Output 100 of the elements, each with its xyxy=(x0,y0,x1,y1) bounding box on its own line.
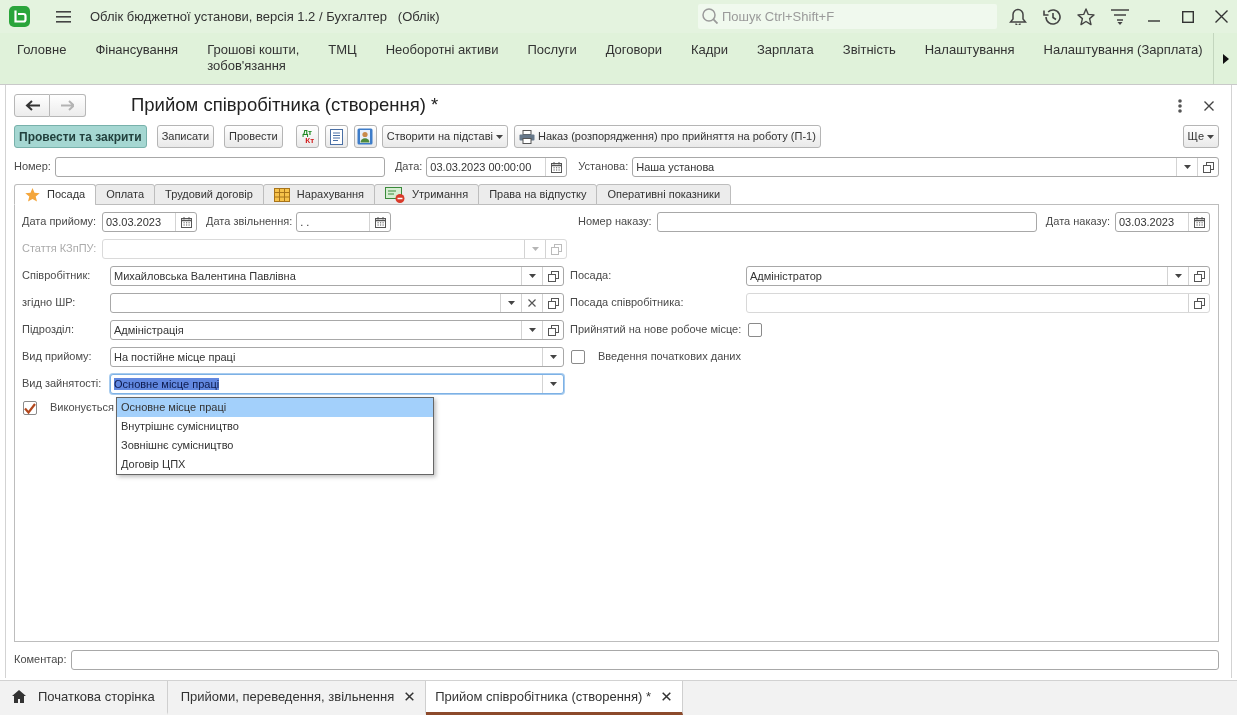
section-menu-item[interactable]: Послуги xyxy=(527,42,577,58)
open-icon xyxy=(1193,270,1205,282)
toolbar-button[interactable]: Записати xyxy=(156,125,215,148)
date-field[interactable]: 03.03.2023 00:00:00 xyxy=(426,157,568,177)
calendar-icon xyxy=(180,216,192,228)
select-field[interactable]: Адміністрація xyxy=(110,320,564,340)
select-field[interactable]: Основне місце праці xyxy=(110,374,564,394)
window-title: Облік бюджетної установи, версія 1.2 / Бухгалтер (Облік) xyxy=(90,8,440,25)
checkbox-label: Виконується xyxy=(50,401,114,415)
date-field[interactable]: 03.03.2023 xyxy=(102,212,197,232)
field-label: Дата: xyxy=(394,160,423,174)
date-field[interactable]: 03.03.2023 xyxy=(1115,212,1210,232)
maximize-icon[interactable] xyxy=(1182,10,1194,23)
form-tab[interactable]: Оперативні показники xyxy=(596,184,732,205)
section-menu-item[interactable]: Головне xyxy=(17,42,67,58)
print-button[interactable]: Наказ (розпорядження) про прийняття на роботу (П-1) xyxy=(513,125,821,148)
select-field[interactable]: Михайловська Валентина Павлівна xyxy=(110,266,564,286)
open-icon xyxy=(1193,297,1205,309)
form-tab[interactable]: Оплата xyxy=(95,184,156,205)
app-logo-icon[interactable] xyxy=(9,6,30,27)
search-field[interactable]: Пошук Ctrl+Shift+F xyxy=(698,4,997,29)
select-field[interactable] xyxy=(746,293,1210,313)
select-field[interactable]: На постійне місце праці xyxy=(110,347,564,367)
caret-right-icon xyxy=(1222,53,1229,64)
contacts-button[interactable] xyxy=(353,125,377,148)
caret-down-icon xyxy=(1207,134,1214,139)
printer-icon xyxy=(518,129,535,144)
date-field[interactable]: . . xyxy=(296,212,392,232)
field-label: Вид зайнятості: xyxy=(22,377,103,391)
section-menu-item[interactable]: Зарплата xyxy=(756,42,814,58)
filter-icon[interactable] xyxy=(1111,8,1129,25)
contact-card-icon xyxy=(357,128,374,145)
open-icon xyxy=(547,270,559,282)
select-field[interactable]: Адміністратор xyxy=(746,266,1210,286)
close-icon[interactable] xyxy=(405,692,415,701)
caret-down-icon xyxy=(549,382,557,386)
open-icon xyxy=(1202,161,1214,173)
field-label: Підрозділ: xyxy=(22,323,76,337)
form-tab[interactable]: Нарахування xyxy=(262,184,376,205)
calendar-icon xyxy=(550,161,562,173)
close-icon[interactable] xyxy=(1215,10,1228,23)
field-label: Номер: xyxy=(14,160,51,174)
order-number-field[interactable] xyxy=(656,212,1037,232)
close-icon[interactable] xyxy=(662,692,672,701)
document-title: Прийом співробітника (створення) * xyxy=(131,94,439,117)
dropdown-option[interactable]: Основне місце праці xyxy=(117,398,433,417)
checkbox[interactable] xyxy=(571,350,585,364)
form-tab[interactable]: Посада xyxy=(14,184,97,205)
caret-down-icon xyxy=(549,355,557,359)
field-label: Установа: xyxy=(578,160,629,174)
select-field[interactable] xyxy=(110,293,564,313)
field-label: Введення початкових даних xyxy=(598,350,741,364)
section-menu-item[interactable]: ТМЦ xyxy=(328,42,357,58)
calendar-icon xyxy=(374,216,386,228)
star-icon[interactable] xyxy=(1077,7,1095,26)
window-tab[interactable]: Початкова сторінка xyxy=(0,681,168,715)
form-tab[interactable]: Утримання xyxy=(374,184,480,205)
close-icon[interactable] xyxy=(1204,100,1214,111)
dropdown-option[interactable]: Внутрішнє сумісництво xyxy=(117,417,433,436)
form-tab[interactable]: Права на відпустку xyxy=(478,184,598,205)
card-minus-icon xyxy=(385,186,406,203)
section-menu-item[interactable]: Грошові кошти, зобов'язання xyxy=(207,42,300,74)
menu-icon[interactable] xyxy=(56,10,71,23)
post-and-close-button[interactable]: Провести та закрити xyxy=(14,125,147,148)
section-menu-item[interactable]: Налаштування (Зарплата) xyxy=(1043,42,1203,58)
section-menu-item[interactable]: Звітність xyxy=(842,42,896,58)
bell-icon[interactable] xyxy=(1009,8,1027,25)
organization-field[interactable]: Наша установа xyxy=(632,157,1219,177)
checkbox[interactable] xyxy=(748,323,762,337)
section-menu-item[interactable]: Налаштування xyxy=(924,42,1015,58)
caret-down-icon xyxy=(507,301,515,305)
field-label: Дата звільнення: xyxy=(206,215,293,229)
section-menu-item[interactable]: Договори xyxy=(605,42,662,58)
field-label: Дата наказу: xyxy=(1045,215,1110,229)
window-tab[interactable]: Прийом співробітника (створення) * xyxy=(426,681,684,715)
section-menu-item[interactable]: Необоротні активи xyxy=(385,42,499,58)
checkmark-icon xyxy=(24,402,36,414)
form-tab[interactable]: Трудовий договір xyxy=(154,184,264,205)
field-label: Коментар: xyxy=(14,653,67,667)
section-menu-item[interactable]: Кадри xyxy=(691,42,728,58)
create-based-on-button[interactable]: Створити на підставі xyxy=(381,125,508,148)
back-button[interactable] xyxy=(14,94,50,117)
dropdown-option[interactable]: Зовнішнє сумісництво xyxy=(117,436,433,455)
section-menu-item[interactable]: Фінансування xyxy=(95,42,179,58)
report-button[interactable] xyxy=(324,125,348,148)
more-button[interactable]: Ще xyxy=(1182,125,1219,148)
checkbox[interactable] xyxy=(23,401,37,415)
field-label: Посада співробітника: xyxy=(570,296,685,310)
more-vertical-icon[interactable] xyxy=(1178,98,1182,113)
toolbar-button[interactable]: Провести xyxy=(224,125,283,148)
history-icon[interactable] xyxy=(1043,8,1061,25)
caret-down-icon xyxy=(495,134,503,139)
comment-field[interactable] xyxy=(70,650,1219,670)
grid-icon xyxy=(273,187,290,202)
number-field[interactable] xyxy=(54,157,385,177)
dropdown-option[interactable]: Договір ЦПХ xyxy=(117,455,433,474)
postings-button[interactable]: Дт Кт xyxy=(295,125,319,148)
caret-down-icon xyxy=(531,247,539,251)
open-icon xyxy=(550,243,562,255)
caret-down-icon xyxy=(528,274,536,278)
